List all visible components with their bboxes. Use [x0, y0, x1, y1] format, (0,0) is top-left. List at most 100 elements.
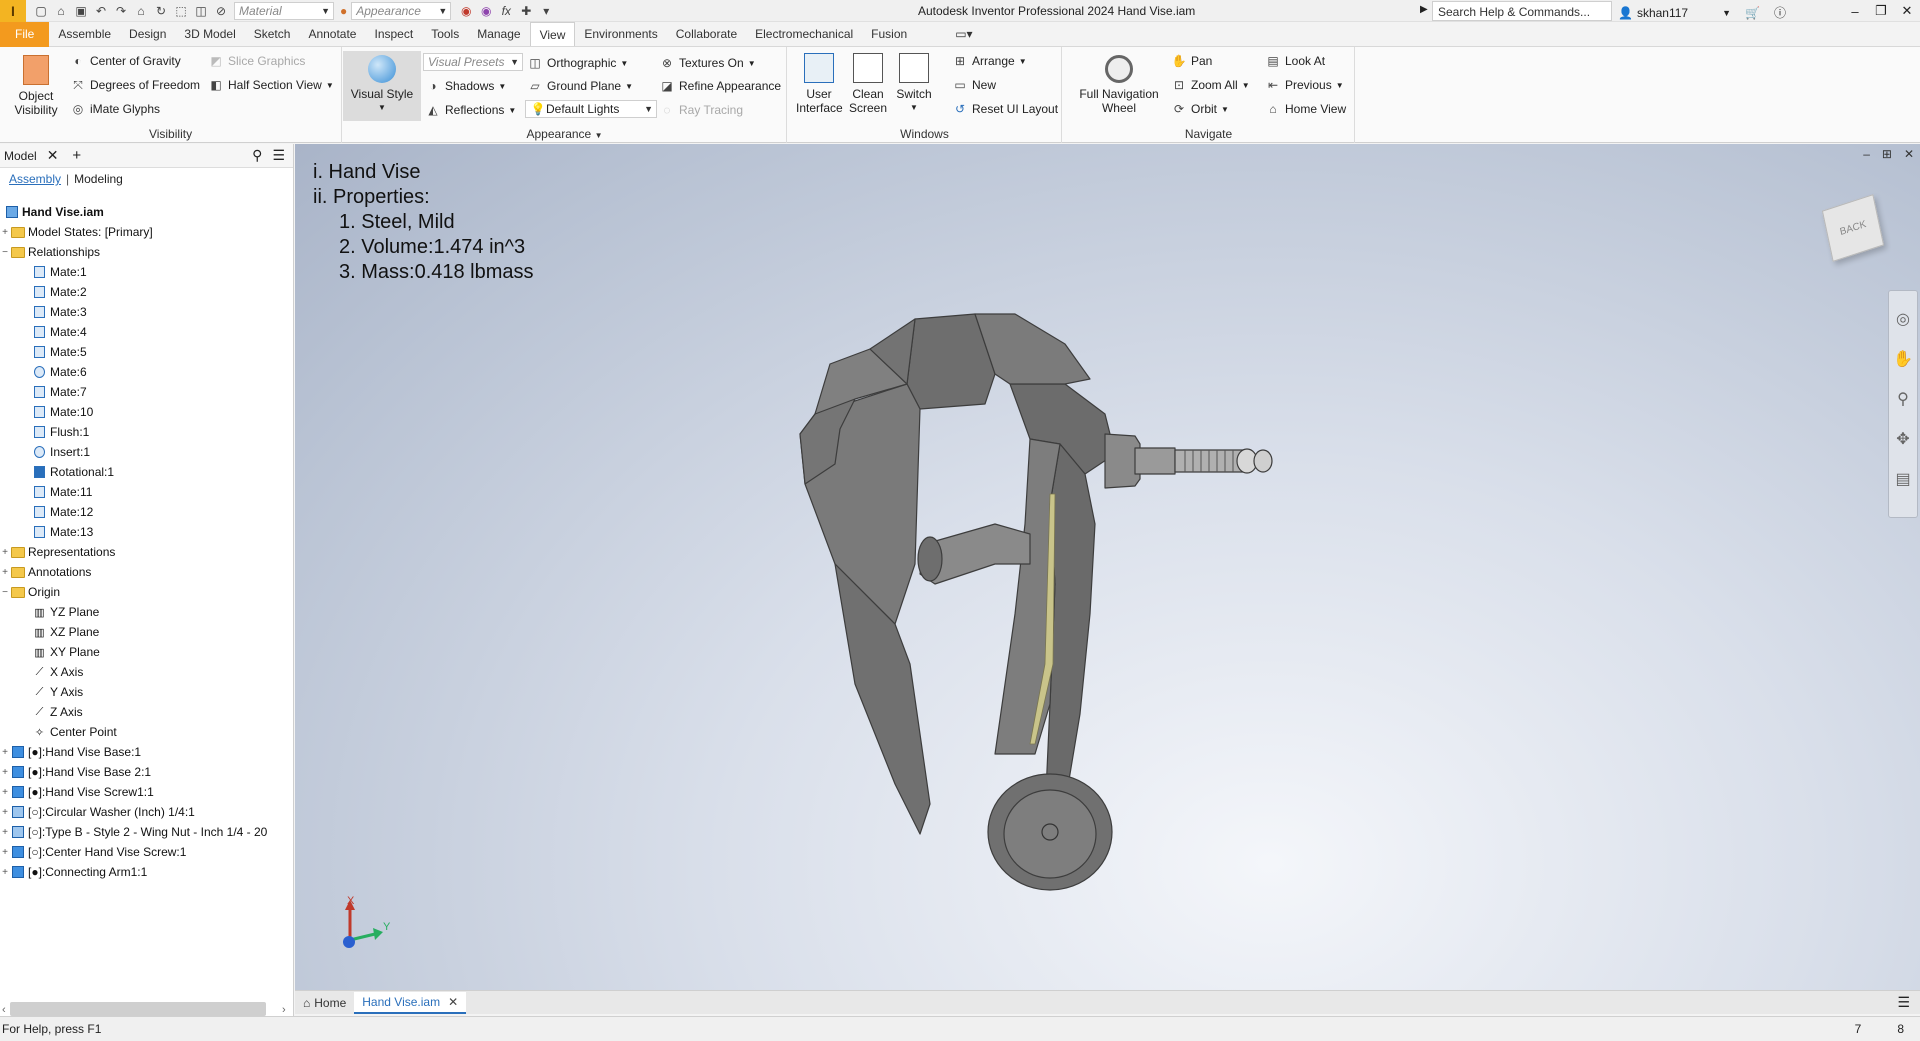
select-icon[interactable]: ⬚ [172, 2, 190, 20]
reflections-button[interactable]: ◭ Reflections ▼ [425, 102, 516, 118]
tab-view[interactable]: View [529, 22, 576, 46]
degrees-of-freedom-button[interactable]: ⤧ Degrees of Freedom [70, 77, 200, 93]
scroll-left-icon[interactable]: ‹ [2, 1004, 6, 1016]
graphics-viewport[interactable]: – ⊞ ✕ i. Hand Vise ii. Properties: 1. St… [295, 144, 1920, 990]
refine-appearance-button[interactable]: ◪ Refine Appearance [659, 78, 781, 94]
reset-ui-layout-button[interactable]: ↺ Reset UI Layout [952, 101, 1058, 117]
shadows-button[interactable]: ◑ Shadows ▼ [425, 78, 506, 94]
modeling-mode-link[interactable]: Modeling [74, 172, 123, 186]
tree-item-mate-2[interactable]: Mate:2 [0, 282, 294, 302]
document-tabs-menu-icon[interactable]: ☰ [1897, 994, 1910, 1011]
tree-item-yz-plane[interactable]: ▥ YZ Plane [0, 602, 294, 622]
tree-component-wing-nut[interactable]: + [○]:Type B - Style 2 - Wing Nut - Inch … [0, 822, 294, 842]
collapse-icon[interactable]: − [0, 247, 10, 258]
appearance-panel-title[interactable]: Appearance ▼ [343, 127, 786, 141]
tree-item-z-axis[interactable]: ⟋ Z Axis [0, 702, 294, 722]
restore-icon[interactable]: ❐ [1868, 0, 1894, 22]
tree-item-mate-7[interactable]: Mate:7 [0, 382, 294, 402]
expand-icon[interactable]: + [0, 867, 10, 878]
tree-annotations[interactable]: + Annotations [0, 562, 294, 582]
tab-fusion[interactable]: Fusion [862, 22, 916, 47]
expand-icon[interactable]: + [0, 787, 10, 798]
collapse-icon[interactable]: − [0, 587, 10, 598]
tree-item-flush-1[interactable]: Flush:1 [0, 422, 294, 442]
minimize-icon[interactable]: – [1842, 0, 1868, 22]
ribbon-display-toggle-icon[interactable]: ▭▾ [946, 22, 981, 47]
arrange-button[interactable]: ⊞ Arrange ▼ [952, 53, 1027, 69]
customize-dropdown-icon[interactable]: ▾ [537, 2, 555, 20]
cart-icon[interactable]: 🛒 [1745, 6, 1760, 20]
new-file-icon[interactable]: ▢ [32, 2, 50, 20]
tree-component-hand-vise-screw[interactable]: + [●]:Hand Vise Screw1:1 [0, 782, 294, 802]
tree-origin[interactable]: − Origin [0, 582, 294, 602]
tab-home[interactable]: ⌂ Home [295, 992, 354, 1014]
search-input[interactable]: Search Help & Commands... [1432, 1, 1612, 21]
orthographic-button[interactable]: ◫ Orthographic ▼ [527, 55, 628, 71]
previous-view-button[interactable]: ⇤ Previous ▼ [1265, 77, 1344, 93]
tree-item-mate-6[interactable]: Mate:6 [0, 362, 294, 382]
tree-item-mate-13[interactable]: Mate:13 [0, 522, 294, 542]
orbit-button[interactable]: ⟳ Orbit ▼ [1171, 101, 1229, 117]
switch-button[interactable]: Switch ▼ [892, 53, 936, 115]
open-folder-icon[interactable]: ⌂ [52, 2, 70, 20]
save-icon[interactable]: ▣ [72, 2, 90, 20]
expand-icon[interactable]: + [0, 547, 10, 558]
user-dropdown-icon[interactable]: ▼ [1722, 8, 1731, 18]
tab-electromechanical[interactable]: Electromechanical [746, 22, 862, 47]
expand-icon[interactable]: + [0, 827, 10, 838]
pan-button[interactable]: ✋ Pan [1171, 53, 1213, 69]
tab-sketch[interactable]: Sketch [245, 22, 300, 47]
clear-appearance-icon[interactable]: ◉ [477, 2, 495, 20]
expand-icon[interactable]: + [0, 767, 10, 778]
textures-on-button[interactable]: ⊗ Textures On ▼ [659, 55, 756, 71]
tree-item-rotational-1[interactable]: Rotational:1 [0, 462, 294, 482]
ray-tracing-button[interactable]: ◌ Ray Tracing [659, 102, 743, 118]
tab-collaborate[interactable]: Collaborate [667, 22, 746, 47]
tree-component-hand-vise-base[interactable]: + [●]:Hand Vise Base:1 [0, 742, 294, 762]
undo-icon[interactable]: ↶ [92, 2, 110, 20]
tree-component-circular-washer[interactable]: + [○]:Circular Washer (Inch) 1/4:1 [0, 802, 294, 822]
tree-item-x-axis[interactable]: ⟋ X Axis [0, 662, 294, 682]
redo-icon[interactable]: ↷ [112, 2, 130, 20]
horizontal-scrollbar[interactable] [10, 1002, 266, 1016]
tab-annotate[interactable]: Annotate [299, 22, 365, 47]
close-browser-icon[interactable]: ✕ [47, 147, 59, 164]
tree-model-states[interactable]: + Model States: [Primary] [0, 222, 294, 242]
user-interface-button[interactable]: User Interface [796, 53, 843, 115]
close-icon[interactable]: ✕ [1894, 0, 1920, 22]
new-window-button[interactable]: ▭ New [952, 77, 996, 93]
full-navigation-wheel-button[interactable]: Full Navigation Wheel [1073, 55, 1165, 115]
tree-representations[interactable]: + Representations [0, 542, 294, 562]
tab-design[interactable]: Design [120, 22, 175, 47]
object-visibility-button[interactable]: Object Visibility [8, 55, 64, 117]
tab-environments[interactable]: Environments [575, 22, 666, 47]
ground-plane-button[interactable]: ▱ Ground Plane ▼ [527, 78, 633, 94]
tree-component-center-hand-vise-screw[interactable]: + [○]:Center Hand Vise Screw:1 [0, 842, 294, 862]
close-tab-icon[interactable]: ✕ [448, 995, 458, 1009]
tree-item-insert-1[interactable]: Insert:1 [0, 442, 294, 462]
inventor-logo-icon[interactable]: I [0, 0, 26, 22]
tree-item-xz-plane[interactable]: ▥ XZ Plane [0, 622, 294, 642]
tree-item-mate-12[interactable]: Mate:12 [0, 502, 294, 522]
expand-arrow-icon[interactable]: ▶ [1420, 4, 1428, 15]
search-icon[interactable]: ⚲ [252, 147, 262, 164]
expand-icon[interactable]: + [0, 567, 10, 578]
expand-icon[interactable]: + [0, 807, 10, 818]
center-of-gravity-button[interactable]: ◐ Center of Gravity [70, 53, 180, 69]
tree-component-connecting-arm[interactable]: + [●]:Connecting Arm1:1 [0, 862, 294, 882]
tree-relationships[interactable]: − Relationships [0, 242, 294, 262]
expand-icon[interactable]: + [0, 747, 10, 758]
look-at-button[interactable]: ▤ Look At [1265, 53, 1325, 69]
measure-icon[interactable]: ◫ [192, 2, 210, 20]
clean-screen-button[interactable]: Clean Screen [844, 53, 892, 115]
tree-item-mate-11[interactable]: Mate:11 [0, 482, 294, 502]
imate-glyphs-button[interactable]: ◎ iMate Glyphs [70, 101, 160, 117]
home-view-button[interactable]: ⌂ Home View [1265, 101, 1346, 117]
add-icon[interactable]: ✚ [517, 2, 535, 20]
assembly-mode-link[interactable]: Assembly [9, 172, 61, 186]
menu-icon[interactable]: ☰ [272, 147, 285, 164]
appearance-dropdown[interactable]: Appearance ▼ [351, 1, 452, 20]
tab-model[interactable]: Model [4, 149, 37, 163]
hand-vise-model[interactable] [295, 144, 1920, 990]
tab-tools[interactable]: Tools [422, 22, 468, 47]
